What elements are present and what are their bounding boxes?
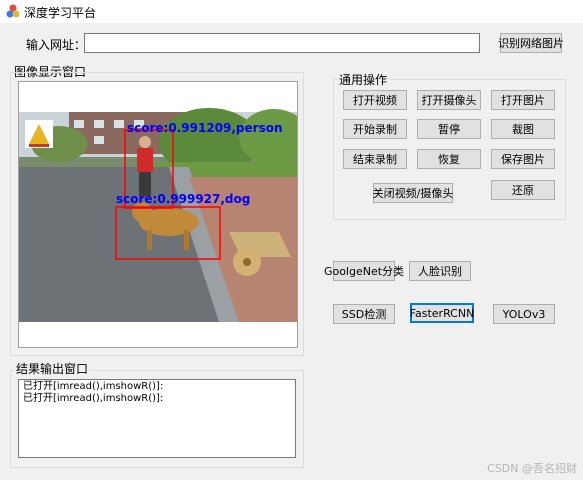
person-detection-label: score:0.991209,person bbox=[127, 121, 283, 135]
watermark: CSDN @吾名招财 bbox=[487, 462, 577, 475]
close-video-camera-button[interactable]: 关闭视频/摄像头 bbox=[373, 183, 453, 203]
common-ops-label: 通用操作 bbox=[337, 73, 390, 87]
open-camera-button[interactable]: 打开摄像头 bbox=[417, 90, 481, 110]
url-input[interactable] bbox=[84, 33, 480, 53]
crop-button[interactable]: 裁图 bbox=[491, 119, 555, 139]
open-video-button[interactable]: 打开视频 bbox=[343, 90, 407, 110]
googlenet-classify-button[interactable]: GoolgeNet分类 bbox=[324, 261, 404, 281]
pause-button[interactable]: 暂停 bbox=[417, 119, 481, 139]
fasterrcnn-button[interactable]: FasterRCNN bbox=[410, 303, 474, 323]
ssd-detect-button[interactable]: SSD检测 bbox=[333, 304, 395, 324]
save-image-button[interactable]: 保存图片 bbox=[491, 149, 555, 169]
dog-detection-label: score:0.999927,dog bbox=[116, 192, 250, 206]
restore-button[interactable]: 还原 bbox=[491, 180, 555, 200]
output-line: 已打开[imread(),imshowR()]: bbox=[23, 393, 164, 404]
start-record-button[interactable]: 开始录制 bbox=[343, 119, 407, 139]
resume-button[interactable]: 恢复 bbox=[417, 149, 481, 169]
open-image-button[interactable]: 打开图片 bbox=[491, 90, 555, 110]
url-label: 输入网址： bbox=[26, 38, 87, 52]
face-recognition-button[interactable]: 人脸识别 bbox=[409, 261, 471, 281]
stop-record-button[interactable]: 结束录制 bbox=[343, 149, 407, 169]
detection-image: score:0.991209,person score:0.999927,dog bbox=[19, 108, 297, 322]
window-title: 深度学习平台 bbox=[24, 6, 97, 20]
output-line: 已打开[imread(),imshowR()]: bbox=[23, 381, 164, 392]
output-label: 结果输出窗口 bbox=[14, 362, 91, 376]
app-icon bbox=[6, 4, 20, 18]
recognize-web-image-button[interactable]: 识别网络图片 bbox=[498, 33, 564, 53]
image-display-panel: score:0.991209,person score:0.999927,dog bbox=[18, 81, 298, 348]
yolov3-button[interactable]: YOLOv3 bbox=[493, 304, 555, 324]
title-bar: 深度学习平台 bbox=[0, 0, 583, 23]
output-textarea[interactable]: 已打开[imread(),imshowR()]: 已打开[imread(),im… bbox=[18, 379, 296, 458]
